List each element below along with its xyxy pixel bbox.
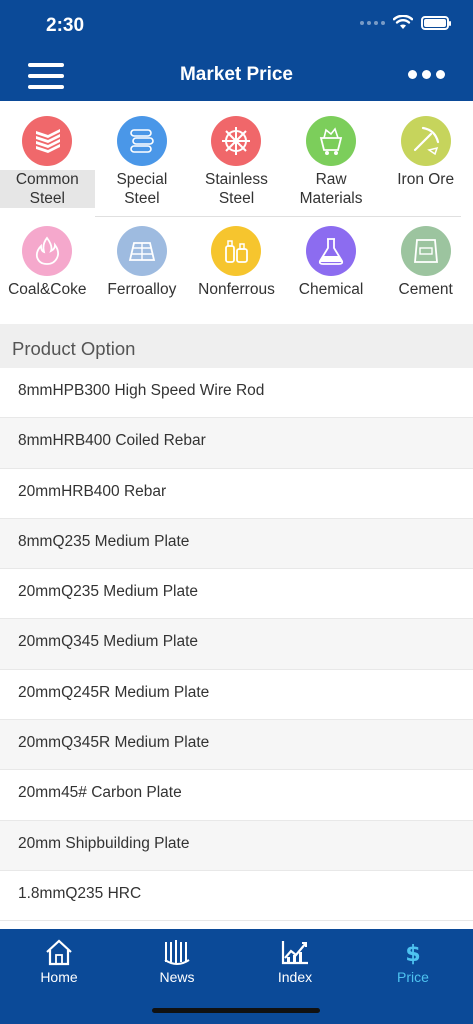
fire-icon: [22, 226, 73, 276]
dollar-icon: $: [403, 937, 423, 967]
product-row[interactable]: 8mmQ235 Medium Plate: [0, 518, 473, 570]
category-label: Chemical: [298, 281, 364, 298]
product-row[interactable]: 20mm45# Carbon Plate: [0, 770, 473, 821]
tab-price[interactable]: $ Price: [354, 937, 472, 985]
category-grid: Common Steel Special Steel Stainless Steel…: [0, 101, 473, 323]
tab-news[interactable]: News: [118, 937, 236, 985]
product-row[interactable]: 20mmQ245R Medium Plate: [0, 670, 473, 721]
category-label: Cement: [398, 281, 453, 298]
ingot-stack-icon: [116, 226, 167, 276]
pickaxe-icon: [400, 116, 451, 166]
tab-label: Home: [40, 969, 78, 985]
battery-icon: [421, 15, 451, 30]
section-title: Product Option: [0, 324, 473, 368]
category-label: Special Steel: [116, 171, 168, 207]
category-label: Ferroalloy: [107, 281, 177, 298]
wifi-icon: [393, 15, 413, 29]
category-special-steel[interactable]: Special Steel: [95, 116, 190, 208]
mine-cart-icon: [306, 116, 357, 166]
header: 2:30 Market Price: [0, 0, 473, 101]
product-row[interactable]: 8mmHPB300 High Speed Wire Rod: [0, 368, 473, 419]
bottles-icon: [211, 226, 262, 276]
tab-label: Price: [397, 969, 429, 985]
product-row[interactable]: 20mm Shipbuilding Plate: [0, 820, 473, 871]
home-indicator: [152, 1008, 320, 1013]
product-row[interactable]: 1.8mmQ235 HRC: [0, 871, 473, 922]
category-ferroalloy[interactable]: Ferroalloy: [95, 226, 190, 299]
flask-icon: [306, 226, 357, 276]
category-label: Iron Ore: [397, 171, 455, 188]
category-label: Raw Materials: [299, 171, 363, 207]
steel-pipes-icon: [116, 116, 167, 166]
category-label: Coal&Coke: [8, 281, 87, 298]
category-label: Stainless Steel: [205, 171, 268, 207]
category-cement[interactable]: Cement: [378, 226, 473, 299]
tab-index[interactable]: Index: [236, 937, 354, 985]
cellular-signal-icon: [360, 20, 385, 25]
product-row[interactable]: 20mmHRB400 Rebar: [0, 469, 473, 519]
category-stainless-steel[interactable]: Stainless Steel: [189, 116, 284, 208]
category-nonferrous[interactable]: Nonferrous: [189, 226, 284, 299]
home-icon: [44, 937, 74, 967]
steel-sheets-icon: [22, 116, 73, 166]
product-list: 8mmHPB300 High Speed Wire Rod 8mmHRB400 C…: [0, 368, 473, 922]
status-time: 2:30: [46, 15, 85, 36]
category-chemical[interactable]: Chemical: [284, 226, 379, 299]
category-coal-coke[interactable]: Coal&Coke: [0, 226, 95, 299]
category-label: Common Steel: [0, 170, 95, 208]
category-raw-materials[interactable]: Raw Materials: [284, 116, 379, 208]
more-options-button[interactable]: [408, 70, 445, 79]
chart-icon: [280, 937, 310, 967]
svg-text:$: $: [405, 942, 420, 966]
product-row[interactable]: 20mmQ345 Medium Plate: [0, 619, 473, 670]
category-label: Nonferrous: [198, 281, 275, 298]
status-icons: [360, 15, 451, 30]
cement-bag-icon: [400, 226, 451, 276]
tab-home[interactable]: Home: [0, 937, 118, 985]
gear-wheel-icon: [211, 116, 262, 166]
product-row[interactable]: 20mmQ345R Medium Plate: [0, 720, 473, 771]
category-common-steel[interactable]: Common Steel: [0, 116, 95, 208]
product-row[interactable]: 8mmHRB400 Coiled Rebar: [0, 418, 473, 469]
divider: [95, 216, 461, 217]
product-row[interactable]: 20mmQ235 Medium Plate: [0, 569, 473, 620]
tab-label: News: [159, 969, 195, 985]
news-icon: [163, 937, 191, 967]
tab-label: Index: [277, 969, 313, 985]
page-title: Market Price: [179, 64, 293, 85]
category-iron-ore[interactable]: Iron Ore: [378, 116, 473, 208]
